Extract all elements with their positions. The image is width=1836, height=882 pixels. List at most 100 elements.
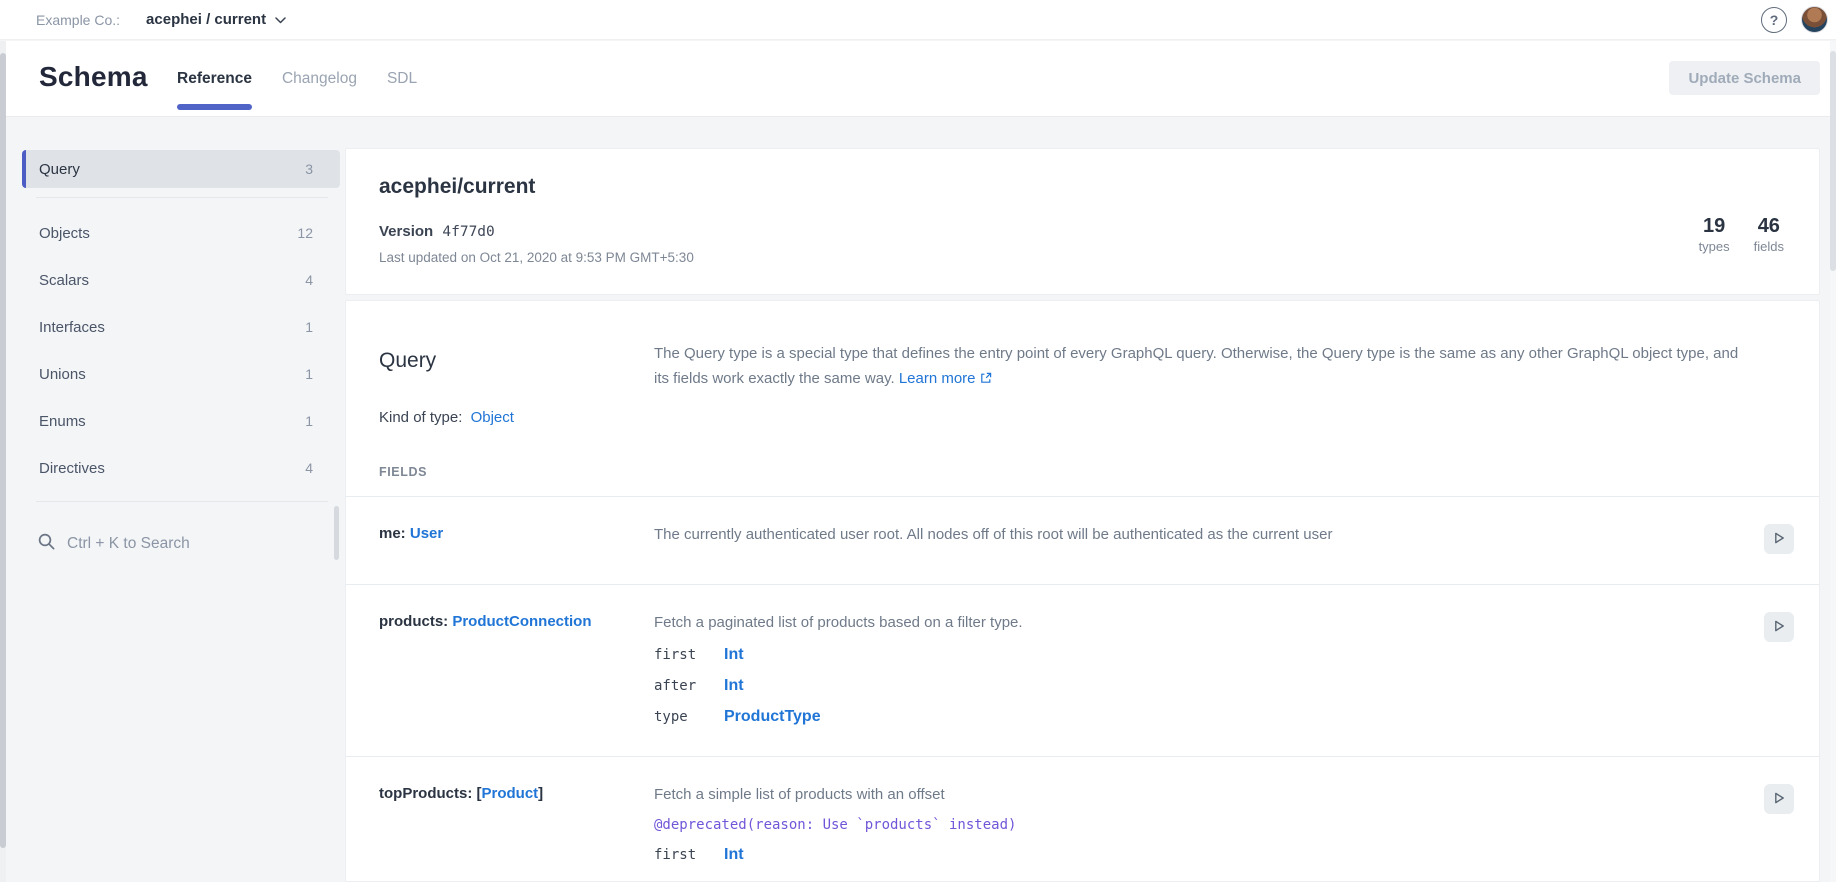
sidebar-item-count: 4 [305,460,313,476]
sidebar-item-directives[interactable]: Directives 4 [22,449,340,487]
play-icon [1772,619,1786,636]
arg-type-link[interactable]: ProductType [724,708,821,726]
run-query-button[interactable] [1764,784,1794,814]
fields-heading: FIELDS [379,465,427,479]
graph-selector[interactable]: acephei / current [146,11,286,29]
stat-fields-label: fields [1754,239,1784,254]
kind-value-link[interactable]: Object [471,409,514,426]
chevron-down-icon [275,11,286,29]
field-type-link[interactable]: User [410,525,443,542]
fields-list: me: User The currently authenticated use… [346,496,1819,882]
field-row-products: products: ProductConnection Fetch a pagi… [346,585,1819,757]
field-type-link[interactable]: Product [482,785,539,802]
graph-selector-label: acephei / current [146,11,266,28]
field-description: Fetch a simple list of products with an … [654,784,1724,805]
top-bar: Example Co.: acephei / current ? [0,0,1836,40]
field-details: Fetch a paginated list of products based… [654,612,1764,726]
tab-sdl[interactable]: SDL [387,66,417,92]
stat-fields-value: 46 [1758,215,1780,237]
page-title: Schema [39,61,148,93]
play-icon [1772,531,1786,548]
field-name-text: me: [379,525,406,542]
field-details: Fetch a simple list of products with an … [654,784,1764,864]
tab-changelog[interactable]: Changelog [282,66,357,92]
search-placeholder: Ctrl + K to Search [67,535,190,553]
sidebar-item-interfaces[interactable]: Interfaces 1 [22,308,340,346]
sidebar-divider [36,501,328,502]
sidebar-item-label: Interfaces [39,319,105,336]
version-line: Version 4f77d0 [379,223,495,240]
field-description: The currently authenticated user root. A… [654,524,1724,545]
sidebar-item-enums[interactable]: Enums 1 [22,402,340,440]
arg-type-link[interactable]: Int [724,677,744,695]
sidebar-item-count: 1 [305,366,313,382]
run-query-button[interactable] [1764,524,1794,554]
kind-label: Kind of type: [379,409,462,426]
type-reference-card: Query The Query type is a special type t… [345,300,1820,882]
field-name-text: topProducts: [379,785,472,802]
arg-type-link[interactable]: Int [724,846,744,864]
arg-name: first [654,647,724,663]
field-name-text: products: [379,613,448,630]
sidebar-item-label: Enums [39,413,86,430]
sidebar-item-label: Directives [39,460,105,477]
right-scrollbar[interactable] [1830,41,1836,882]
sidebar-item-objects[interactable]: Objects 12 [22,214,340,252]
search-input[interactable]: Ctrl + K to Search [22,518,340,556]
run-query-button[interactable] [1764,612,1794,642]
sidebar-item-unions[interactable]: Unions 1 [22,355,340,393]
help-icon[interactable]: ? [1761,7,1787,33]
sidebar-item-label: Unions [39,366,86,383]
arg-type-link[interactable]: Int [724,646,744,664]
field-args: first Int after Int type ProductType [654,646,1724,726]
field-name: topProducts: [Product] [379,784,654,802]
stat-fields: 46 fields [1754,215,1784,254]
learn-more-link[interactable]: Learn more [899,370,976,387]
sidebar-item-label: Objects [39,225,90,242]
stat-types: 19 types [1699,215,1730,254]
schema-type-sidebar: Query 3 Objects 12 Scalars 4 Interfaces … [22,150,340,556]
sidebar-item-label: Scalars [39,272,89,289]
graph-header-card: acephei/current Version 4f77d0 Last upda… [345,148,1820,295]
field-description: Fetch a paginated list of products based… [654,612,1724,633]
field-args: first Int [654,846,1724,864]
left-scrollbar[interactable] [0,41,6,882]
version-label: Version [379,223,433,240]
sidebar-item-count: 4 [305,272,313,288]
type-name: Query [379,349,436,373]
deprecation-notice: @deprecated(reason: Use `products` inste… [654,817,1724,833]
sidebar-item-label: Query [39,161,80,178]
field-type-link[interactable]: ProductConnection [452,613,591,630]
schema-stats: 19 types 46 fields [1699,215,1784,254]
stat-types-value: 19 [1703,215,1725,237]
page-header: Schema Reference Changelog SDL Update Sc… [0,41,1836,117]
graph-title: acephei/current [379,175,535,199]
app-window: Example Co.: acephei / current ? Schema … [0,0,1836,882]
play-icon [1772,791,1786,808]
tab-reference[interactable]: Reference [177,66,252,92]
sidebar-item-count: 1 [305,413,313,429]
field-row-topproducts: topProducts: [Product] Fetch a simple li… [346,757,1819,882]
user-avatar[interactable] [1801,6,1828,33]
sidebar-item-count: 3 [305,161,313,177]
tab-bar: Reference Changelog SDL [177,41,417,117]
sidebar-item-count: 12 [297,225,313,241]
update-schema-button[interactable]: Update Schema [1669,61,1820,95]
arg-name: after [654,678,724,694]
field-type-bracket-close: ] [538,785,543,802]
version-id: 4f77d0 [442,224,494,240]
type-description-text: The Query type is a special type that de… [654,345,1738,387]
sidebar-divider [36,197,328,198]
sidebar-item-query[interactable]: Query 3 [22,150,340,188]
arg-row: type ProductType [654,708,1724,726]
type-description: The Query type is a special type that de… [654,341,1744,392]
right-scrollbar-thumb[interactable] [1830,51,1836,271]
left-scrollbar-thumb[interactable] [0,53,6,848]
arg-name: type [654,709,724,725]
arg-row: first Int [654,846,1724,864]
stat-types-label: types [1699,239,1730,254]
sidebar-item-count: 1 [305,319,313,335]
search-icon [37,532,56,556]
sidebar-item-scalars[interactable]: Scalars 4 [22,261,340,299]
external-link-icon [980,367,992,392]
